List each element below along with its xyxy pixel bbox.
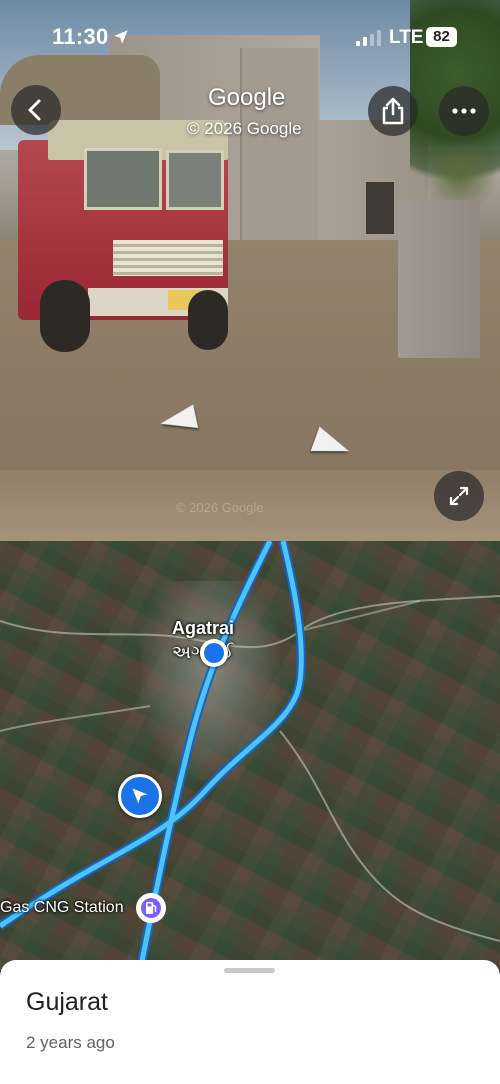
watermark: © 2026 Google	[176, 500, 264, 515]
building-wall-side	[240, 48, 318, 248]
sheet-drag-handle[interactable]	[224, 968, 275, 973]
truck-side-window	[166, 150, 224, 210]
back-button[interactable]	[11, 85, 61, 135]
google-logo-text: Google	[208, 84, 286, 111]
chevron-left-icon	[28, 99, 41, 121]
poi-marker[interactable]	[136, 893, 166, 923]
truck-wheel	[188, 290, 228, 350]
street-view-panorama[interactable]: © 2026 Google 11:30 LTE 82 Google © 2026…	[0, 0, 500, 541]
truck-windshield	[84, 148, 162, 210]
satellite-map[interactable]: Agatrai અગત્રાઈ Gas CNG Station	[0, 541, 500, 971]
poi-label[interactable]: Gas CNG Station	[0, 899, 124, 917]
location-arrow-icon	[114, 30, 128, 44]
share-icon	[382, 97, 404, 125]
concrete-pillar	[398, 200, 480, 358]
building-doorway	[366, 182, 394, 234]
expand-icon	[449, 486, 469, 506]
sheet-title: Gujarat	[26, 988, 108, 1016]
sheet-subtitle: 2 years ago	[26, 1033, 115, 1052]
more-horizontal-icon	[452, 108, 476, 114]
current-location-marker[interactable]	[200, 639, 228, 667]
status-bar: 11:30 LTE 82	[0, 0, 500, 70]
truck-wheel	[40, 280, 90, 352]
share-button[interactable]	[368, 86, 418, 136]
navigation-marker[interactable]	[118, 774, 162, 818]
location-dot	[204, 643, 224, 663]
status-time: 11:30	[52, 24, 109, 49]
expand-button[interactable]	[434, 471, 484, 521]
place-label[interactable]: Agatrai	[172, 618, 234, 639]
battery-level: 82	[426, 27, 457, 47]
place-info-sheet[interactable]: Gujarat 2 years ago	[0, 960, 500, 1084]
truck-grille	[113, 240, 223, 276]
more-options-button[interactable]	[439, 86, 489, 136]
network-type: LTE	[389, 27, 424, 48]
gas-station-icon	[141, 898, 161, 918]
truck	[18, 120, 233, 355]
navigation-arrow-icon	[132, 788, 148, 804]
cellular-signal-icon	[356, 30, 381, 46]
copyright-text: © 2026 Google	[187, 119, 302, 138]
